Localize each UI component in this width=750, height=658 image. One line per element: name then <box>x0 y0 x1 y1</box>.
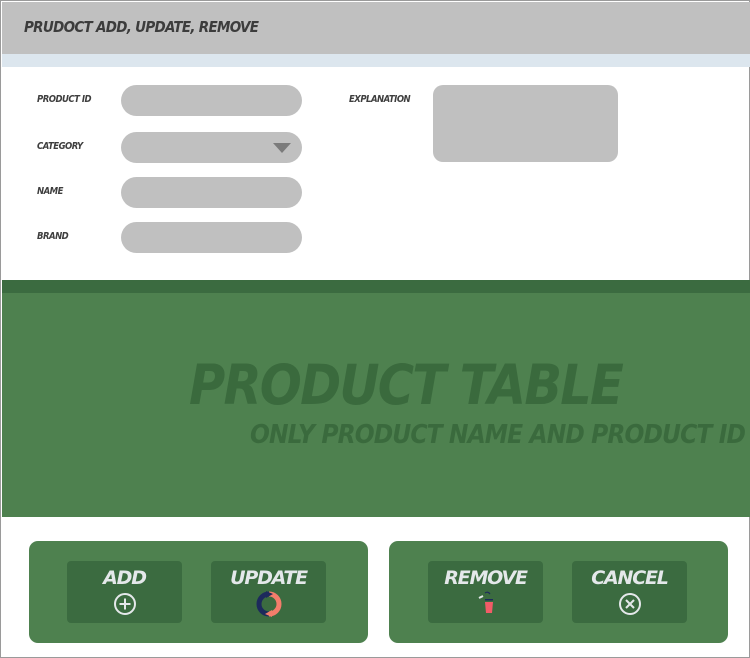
remove-cancel-panel: REMOVE CANCEL <box>389 541 728 643</box>
refresh-icon <box>256 591 281 617</box>
explanation-textarea[interactable] <box>433 85 618 162</box>
title-bar: PRUDOCT ADD, UPDATE, REMOVE <box>2 2 750 54</box>
product-table-title: PRODUCT TABLE <box>189 353 624 417</box>
update-button-label: UPDATE <box>230 567 308 589</box>
cancel-button[interactable]: CANCEL <box>572 561 687 623</box>
brand-label: BRAND <box>37 231 69 242</box>
add-button-label: ADD <box>103 567 147 589</box>
category-select[interactable] <box>121 132 302 163</box>
remove-button-label: REMOVE <box>444 567 528 589</box>
x-circle-icon <box>618 593 641 615</box>
product-table[interactable]: PRODUCT TABLE ONLY PRODUCT NAME AND PROD… <box>2 293 750 517</box>
remove-button[interactable]: REMOVE <box>428 561 543 623</box>
trash-icon <box>478 591 493 613</box>
name-input[interactable] <box>121 177 302 208</box>
name-label: NAME <box>37 186 63 197</box>
product-table-subtitle: ONLY PRODUCT NAME AND PRODUCT ID <box>250 420 746 450</box>
update-button[interactable]: UPDATE <box>211 561 326 623</box>
app-window: PRUDOCT ADD, UPDATE, REMOVE PRODUCT ID C… <box>0 0 750 658</box>
explanation-label: EXPLANATION <box>349 94 411 105</box>
table-header-bar <box>2 280 750 293</box>
title-sub-bar <box>2 54 750 67</box>
product-id-label: PRODUCT ID <box>37 94 92 105</box>
category-label: CATEGORY <box>37 141 83 152</box>
add-button[interactable]: ADD <box>67 561 182 623</box>
chevron-down-icon[interactable] <box>273 143 291 153</box>
add-update-panel: ADD UPDATE <box>29 541 368 643</box>
product-id-input[interactable] <box>121 85 302 116</box>
cancel-button-label: CANCEL <box>591 567 669 589</box>
window-title: PRUDOCT ADD, UPDATE, REMOVE <box>24 18 259 36</box>
brand-input[interactable] <box>121 222 302 253</box>
plus-circle-icon <box>113 593 136 615</box>
